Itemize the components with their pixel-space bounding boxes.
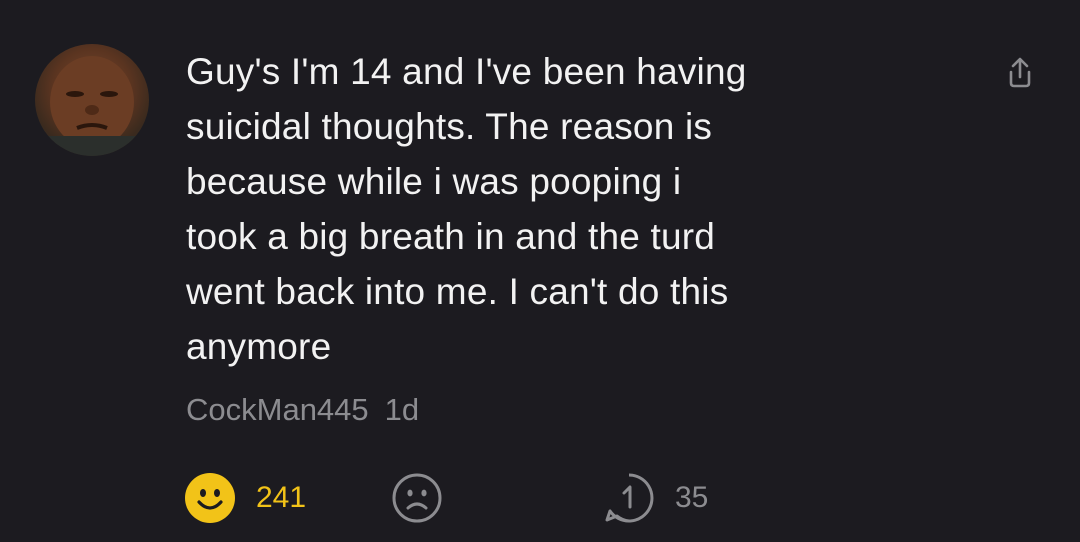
dislike-button[interactable] xyxy=(391,470,443,526)
share-icon xyxy=(1009,57,1031,88)
author-name[interactable]: CockMan445 xyxy=(186,392,369,427)
avatar-image xyxy=(35,56,149,156)
reply-arrow-icon xyxy=(605,473,654,523)
avatar[interactable] xyxy=(35,44,149,156)
reply-count: 35 xyxy=(675,481,709,514)
action-bar: 241 35 xyxy=(0,470,1080,530)
post-meta: CockMan445 1d xyxy=(186,390,419,430)
like-button[interactable]: 241 xyxy=(184,470,306,526)
smiley-face-icon xyxy=(185,473,235,523)
share-button[interactable] xyxy=(1000,52,1040,92)
post-time: 1d xyxy=(384,392,420,427)
reply-button[interactable]: 35 xyxy=(603,470,708,526)
like-count: 241 xyxy=(256,481,307,514)
post-text: Guy's I'm 14 and I've been having suicid… xyxy=(186,51,747,367)
sad-face-icon xyxy=(392,473,442,523)
